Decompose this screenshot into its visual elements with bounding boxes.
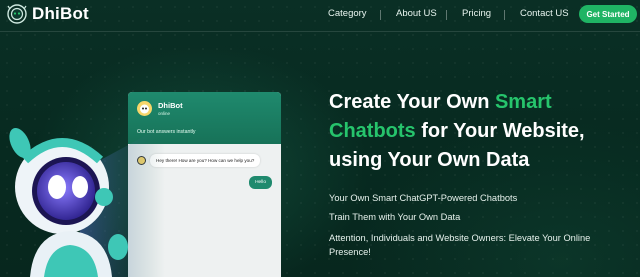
nav-item-category[interactable]: Category [328, 8, 367, 20]
nav-item-about[interactable]: About US [396, 8, 437, 20]
main-nav: Category About US Pricing Contact US [0, 8, 640, 22]
get-started-button[interactable]: Get Started [579, 5, 637, 23]
header-divider [0, 31, 640, 32]
hero-feature-item: Train Them with Your Own Data [329, 212, 461, 222]
robot-mascot-illustration [9, 125, 165, 277]
bot-name: DhiBot [158, 101, 183, 110]
hero-feature-item: Attention, Individuals and Website Owner… [329, 233, 591, 257]
nav-item-pricing[interactable]: Pricing [462, 8, 491, 20]
incoming-message-text: Hey there! How are you? How can we help … [150, 154, 261, 167]
top-navbar: DhiBot Category About US Pricing Contact… [0, 0, 640, 30]
nav-separator [380, 10, 381, 20]
outgoing-message: Hello [249, 176, 272, 189]
hero-title-line3: using Your Own Data [329, 149, 530, 171]
hero-title-part1: Create Your Own [329, 91, 495, 113]
hero-title-highlight1: Smart [494, 91, 552, 113]
hero-feature-item: Your Own Smart ChatGPT-Powered Chatbots [329, 193, 518, 203]
hero-title-part2: for Your Website, [415, 120, 585, 142]
hero-title: Create Your Own Smart Chatbots for Your … [329, 88, 634, 175]
nav-item-contact[interactable]: Contact US [520, 8, 569, 20]
nav-separator [504, 10, 505, 20]
hero-title-highlight2: Chatbots [329, 120, 416, 142]
bot-avatar-icon [137, 101, 152, 116]
nav-separator [446, 10, 447, 20]
